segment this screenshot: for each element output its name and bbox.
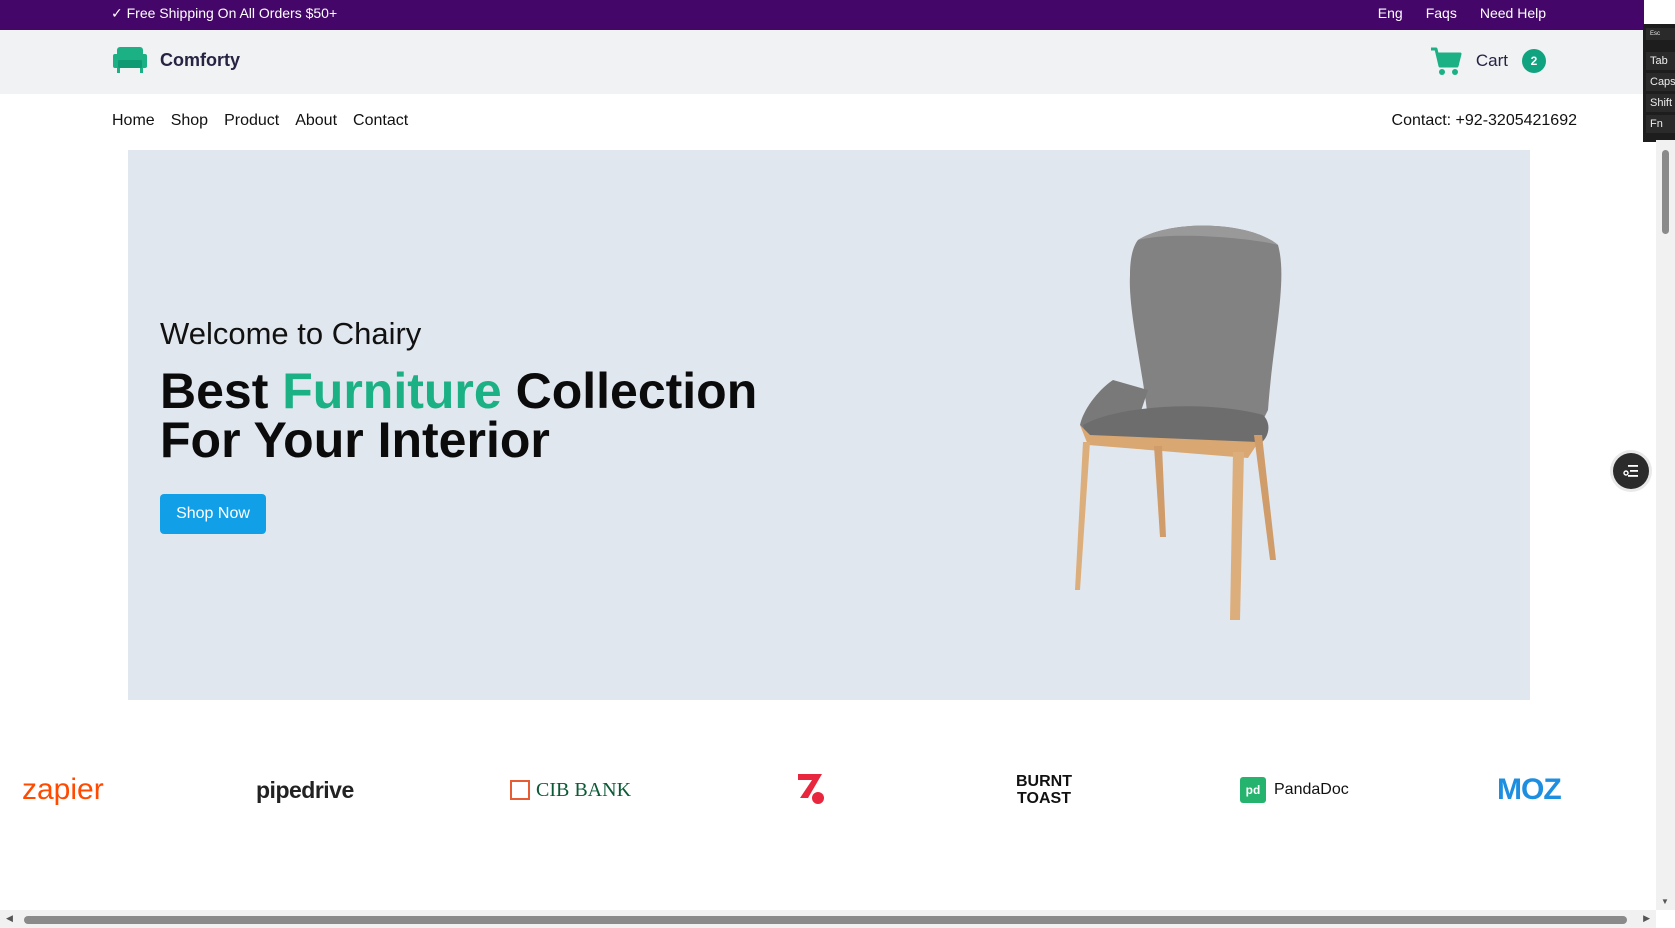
nav-product[interactable]: Product [224, 112, 279, 130]
zapier-text: zapier [22, 773, 104, 806]
scroll-down-arrow-icon[interactable]: ▼ [1661, 897, 1669, 906]
headline-part2: Collection [501, 363, 758, 419]
vertical-scroll-thumb[interactable] [1662, 150, 1669, 234]
key-esc[interactable]: Esc [1646, 28, 1675, 40]
brand-name: Comforty [160, 49, 240, 70]
cart-button[interactable]: Cart 2 [1430, 46, 1546, 76]
key-fn[interactable]: Fn [1646, 115, 1675, 133]
site-header: Comforty Cart 2 [0, 30, 1644, 94]
moz-text: MOZ [1497, 773, 1562, 806]
burnt-text: BURNT [1016, 773, 1072, 790]
key-shift[interactable]: Shift [1646, 94, 1675, 112]
nav-shop[interactable]: Shop [171, 112, 208, 130]
burnt-toast-logo: BURNT TOAST [1016, 760, 1072, 820]
need-help-link[interactable]: Need Help [1480, 5, 1546, 21]
horizontal-scroll-thumb[interactable] [24, 916, 1627, 924]
pipedrive-text: pipedrive [256, 776, 354, 803]
hero-banner: Welcome to Chairy Best Furniture Collect… [128, 150, 1530, 700]
cart-label: Cart [1475, 51, 1508, 70]
hero-headline: Best Furniture Collection For Your Inter… [160, 366, 780, 468]
pipedrive-logo: pipedrive [256, 760, 354, 820]
contact-phone: Contact: +92-3205421692 [1391, 112, 1577, 129]
promo-bar: ✓ Free Shipping On All Orders $50+ Eng F… [0, 0, 1644, 30]
promo-links: Eng Faqs Need Help [1378, 5, 1546, 21]
toast-text: TOAST [1017, 790, 1071, 807]
free-shipping-text: ✓ Free Shipping On All Orders $50+ [111, 5, 338, 21]
nav-home[interactable]: Home [112, 112, 155, 130]
list-settings-icon [1623, 465, 1638, 477]
cib-icon [510, 780, 530, 800]
key-tab[interactable]: Tab [1646, 52, 1675, 70]
language-link[interactable]: Eng [1378, 5, 1403, 21]
nav-contact[interactable]: Contact [353, 112, 408, 130]
pandadoc-logo: pd PandaDoc [1240, 760, 1349, 820]
cart-count-badge: 2 [1522, 49, 1546, 73]
vertical-scrollbar[interactable]: ▼ [1656, 140, 1675, 910]
faqs-link[interactable]: Faqs [1426, 5, 1457, 21]
headline-line2: For Your Interior [160, 412, 550, 468]
headline-part1: Best [160, 363, 283, 419]
chair-image [1075, 225, 1282, 620]
main-nav: Home Shop Product About Contact [112, 112, 408, 130]
scroll-right-arrow-icon[interactable]: ▶ [1643, 913, 1650, 924]
on-screen-keyboard: Esc Tab Caps Shift Fn [1643, 24, 1675, 142]
cib-bank-logo: CIB BANK [510, 760, 631, 820]
zapier-logo: zapier [22, 760, 104, 820]
horizontal-scrollbar[interactable]: ◀ ▶ [0, 910, 1656, 928]
pandadoc-text: PandaDoc [1274, 781, 1349, 798]
nav-about[interactable]: About [295, 112, 337, 130]
moz-logo: MOZ [1497, 760, 1562, 820]
headline-accent: Furniture [282, 363, 502, 419]
brand-logos-strip: zapier pipedrive CIB BANK BURNT TOAST pd… [0, 760, 1640, 820]
cart-icon [1430, 47, 1462, 75]
key-caps[interactable]: Caps [1646, 73, 1675, 91]
scroll-left-arrow-icon[interactable]: ◀ [6, 913, 13, 924]
cib-text: CIB BANK [536, 778, 632, 801]
pandadoc-icon: pd [1240, 777, 1266, 803]
logo[interactable]: Comforty [112, 45, 240, 75]
hero-welcome: Welcome to Chairy [160, 316, 422, 351]
sofa-icon [113, 47, 147, 73]
z-brand-icon [798, 774, 824, 804]
shop-now-button[interactable]: Shop Now [160, 494, 266, 534]
z-logo [796, 760, 826, 820]
floating-menu-button[interactable] [1613, 453, 1649, 489]
